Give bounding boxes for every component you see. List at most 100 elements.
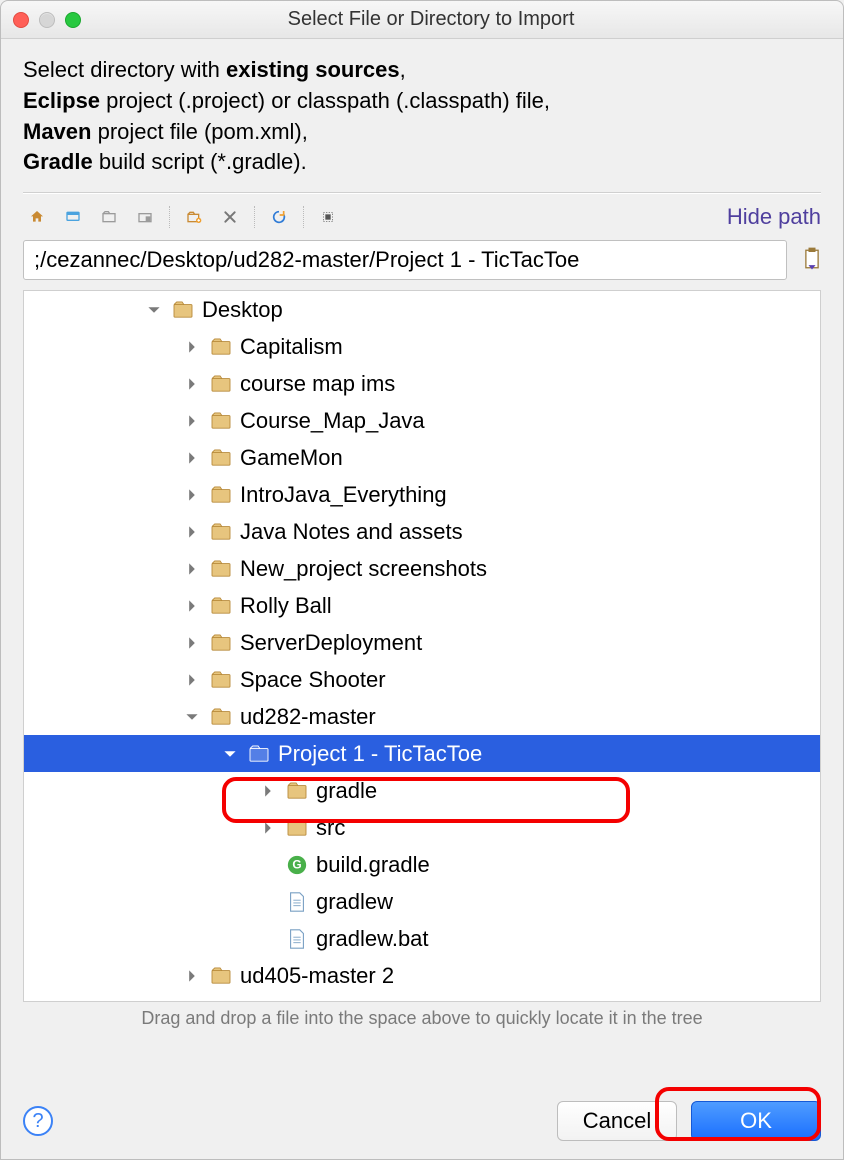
project-root-button[interactable] [95, 204, 123, 230]
tree-item-label: gradle [316, 778, 377, 804]
module-folder-icon [137, 206, 153, 228]
tree-item-label: Rolly Ball [240, 593, 332, 619]
tree-disclosure-closed-icon[interactable] [258, 818, 278, 838]
tree-disclosure-open-icon[interactable] [144, 300, 164, 320]
tree-disclosure-closed-icon[interactable] [182, 670, 202, 690]
tree-row[interactable]: Java Notes and assets [24, 513, 820, 550]
tree-disclosure-closed-icon[interactable] [182, 966, 202, 986]
tree-row[interactable]: gradle [24, 772, 820, 809]
tree-item-label: ud405-master 2 [240, 963, 394, 989]
file-tree[interactable]: Desktop Capitalism course map ims Course_Ma… [23, 290, 821, 1002]
project-folder-icon [101, 206, 117, 228]
window-maximize-button[interactable] [65, 12, 81, 28]
tree-row[interactable]: Course_Map_Java [24, 402, 820, 439]
instr-bold: existing sources [226, 57, 400, 82]
new-folder-button[interactable] [180, 204, 208, 230]
tree-item-label: gradlew [316, 889, 393, 915]
tree-row[interactable]: gradlew.bat [24, 920, 820, 957]
window-minimize-button[interactable] [39, 12, 55, 28]
tree-item-label: gradlew.bat [316, 926, 429, 952]
tree-row[interactable]: Capitalism [24, 328, 820, 365]
dialog-footer: ? Cancel OK [23, 1101, 821, 1141]
home-button[interactable] [23, 204, 51, 230]
tree-row[interactable]: Rolly Ball [24, 587, 820, 624]
tree-disclosure-open-icon[interactable] [182, 707, 202, 727]
titlebar: Select File or Directory to Import [1, 1, 843, 39]
folder-icon [170, 298, 196, 322]
show-hidden-button[interactable] [314, 204, 342, 230]
cancel-button[interactable]: Cancel [557, 1101, 677, 1141]
tree-row[interactable]: Gbuild.gradle [24, 846, 820, 883]
delete-button[interactable] [216, 204, 244, 230]
instr-text: , [400, 57, 406, 82]
tree-item-label: GameMon [240, 445, 343, 471]
folder-icon [284, 816, 310, 840]
instr-text: project file (pom.xml), [91, 119, 307, 144]
toolbar-separator [303, 206, 304, 228]
hide-path-link[interactable]: Hide path [727, 204, 821, 230]
tree-disclosure-closed-icon[interactable] [182, 411, 202, 431]
path-row [1, 240, 843, 290]
tree-row[interactable]: IntroJava_Everything [24, 476, 820, 513]
tree-item-label: Course_Map_Java [240, 408, 425, 434]
tree-disclosure-closed-icon[interactable] [182, 485, 202, 505]
path-history-button[interactable] [795, 243, 821, 277]
ok-button[interactable]: OK [691, 1101, 821, 1141]
import-instructions: Select directory with existing sources, … [1, 39, 843, 186]
tree-item-label: Capitalism [240, 334, 343, 360]
gradle-file-icon: G [284, 853, 310, 877]
toolbar-separator [169, 206, 170, 228]
help-button[interactable]: ? [23, 1106, 53, 1136]
tree-row[interactable]: Desktop [24, 291, 820, 328]
refresh-icon [271, 206, 287, 228]
tree-row[interactable]: src [24, 809, 820, 846]
tree-row[interactable]: gradlew [24, 883, 820, 920]
tree-item-label: IntroJava_Everything [240, 482, 447, 508]
desktop-button[interactable] [59, 204, 87, 230]
tree-row[interactable]: ud405-master 2 [24, 957, 820, 994]
folder-icon [208, 668, 234, 692]
tree-row[interactable]: ud282-master [24, 698, 820, 735]
tree-disclosure-closed-icon[interactable] [182, 596, 202, 616]
file-icon [284, 927, 310, 951]
tree-disclosure-closed-icon[interactable] [182, 522, 202, 542]
instr-bold: Maven [23, 119, 91, 144]
tree-row[interactable]: Space Shooter [24, 661, 820, 698]
tree-row[interactable]: ServerDeployment [24, 624, 820, 661]
tree-disclosure-closed-icon[interactable] [258, 781, 278, 801]
new-folder-icon [186, 206, 202, 228]
module-root-button[interactable] [131, 204, 159, 230]
toolbar-separator [254, 206, 255, 228]
tree-item-label: ud282-master [240, 704, 376, 730]
tree-item-label: src [316, 815, 345, 841]
folder-icon [208, 964, 234, 988]
file-icon [284, 890, 310, 914]
tree-disclosure-closed-icon[interactable] [182, 633, 202, 653]
tree-row[interactable]: New_project screenshots [24, 550, 820, 587]
tree-disclosure-closed-icon[interactable] [182, 448, 202, 468]
window-title: Select File or Directory to Import [91, 8, 771, 31]
instr-bold: Eclipse [23, 88, 100, 113]
tree-row[interactable]: GameMon [24, 439, 820, 476]
folder-icon [208, 483, 234, 507]
folder-icon [284, 779, 310, 803]
tree-item-label: Space Shooter [240, 667, 386, 693]
tree-disclosure-open-icon[interactable] [220, 744, 240, 764]
path-input[interactable] [23, 240, 787, 280]
delete-icon [222, 206, 238, 228]
tree-item-label: build.gradle [316, 852, 430, 878]
window-close-button[interactable] [13, 12, 29, 28]
tree-disclosure-closed-icon[interactable] [182, 559, 202, 579]
folder-icon [208, 594, 234, 618]
tree-row[interactable]: course map ims [24, 365, 820, 402]
tree-item-label: Project 1 - TicTacToe [278, 741, 482, 767]
tree-disclosure-closed-icon[interactable] [182, 374, 202, 394]
tree-row[interactable]: Project 1 - TicTacToe [24, 735, 820, 772]
folder-icon [208, 557, 234, 581]
folder-icon [208, 335, 234, 359]
file-chooser-toolbar: Hide path [1, 194, 843, 240]
desktop-icon [65, 206, 81, 228]
show-hidden-icon [320, 206, 336, 228]
refresh-button[interactable] [265, 204, 293, 230]
tree-disclosure-closed-icon[interactable] [182, 337, 202, 357]
